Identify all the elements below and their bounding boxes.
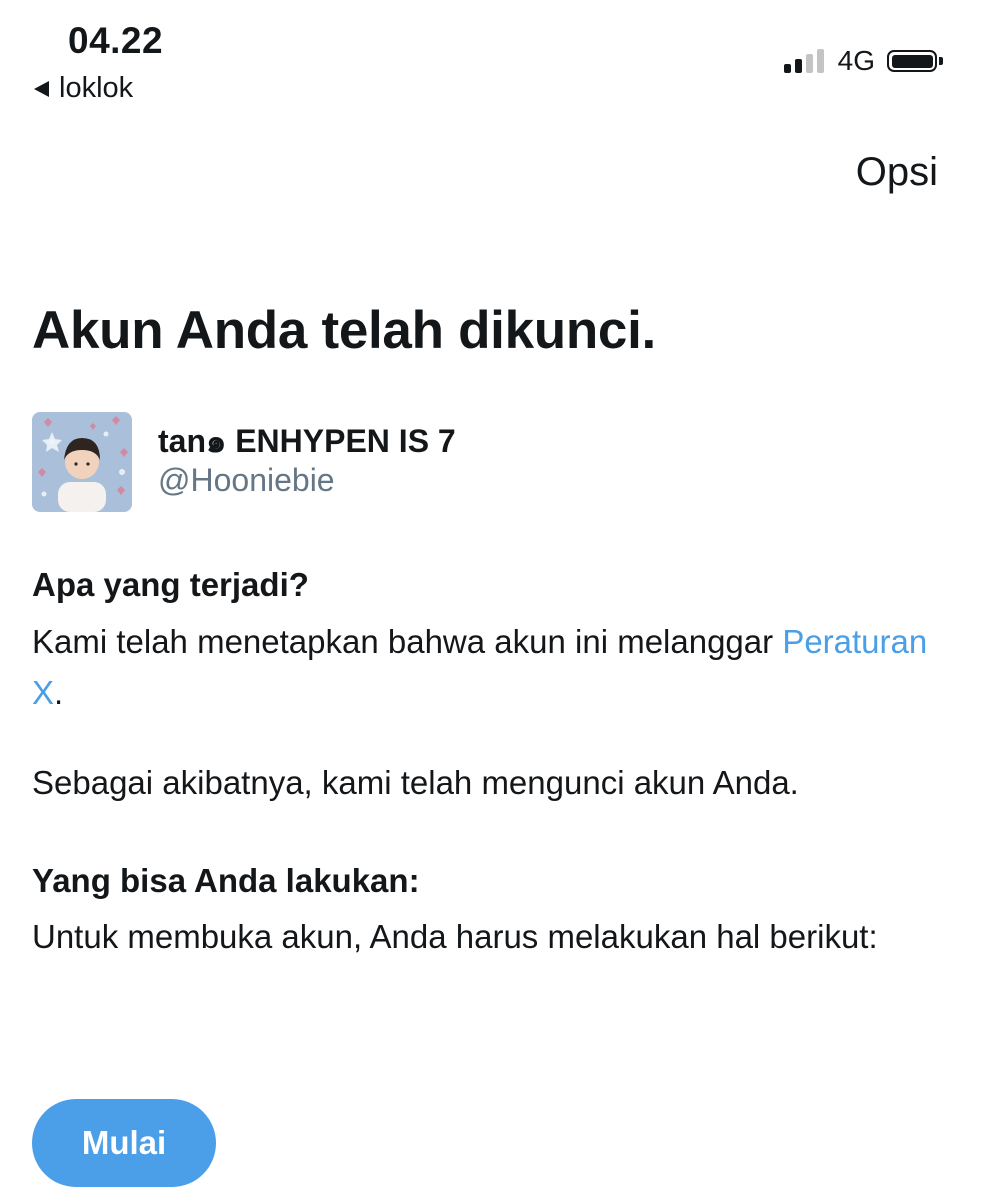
profile-name: tan๑ ENHYPEN IS 7 xyxy=(158,423,456,459)
signal-bar xyxy=(794,59,802,73)
battery-icon xyxy=(887,50,937,72)
what-you-can-do-heading: Yang bisa Anda lakukan: xyxy=(32,862,420,899)
status-time: 04.22 xyxy=(68,20,164,61)
battery-level xyxy=(891,54,933,68)
back-app-label: loklok xyxy=(59,72,134,104)
profile-handle: @Hooniebie xyxy=(158,462,335,498)
status-indicators: 4G xyxy=(783,44,943,78)
what-happened-heading: Apa yang terjadi? xyxy=(32,566,309,603)
options-button[interactable]: Opsi xyxy=(856,150,938,195)
unlock-instructions-text: Untuk membuka akun, Anda harus melakukan… xyxy=(32,918,878,955)
avatar-image xyxy=(32,412,132,512)
start-button[interactable]: Mulai xyxy=(32,1099,216,1187)
violation-text-end: . xyxy=(54,674,64,711)
violation-text-start: Kami telah menetapkan bahwa akun ini mel… xyxy=(32,623,783,660)
network-type: 4G xyxy=(837,45,875,76)
avatar xyxy=(32,412,132,512)
battery-tip xyxy=(939,57,943,65)
page-title: Akun Anda telah dikunci. xyxy=(32,301,656,360)
back-to-app-link[interactable]: loklok xyxy=(34,72,133,105)
signal-bar xyxy=(805,54,813,73)
cellular-signal-icon xyxy=(783,49,824,73)
back-arrow-icon xyxy=(34,80,49,97)
violation-text: Kami telah menetapkan bahwa akun ini mel… xyxy=(32,616,932,718)
signal-bar xyxy=(816,49,824,73)
signal-bar xyxy=(783,64,791,73)
consequence-text: Sebagai akibatnya, kami telah mengunci a… xyxy=(32,764,799,801)
